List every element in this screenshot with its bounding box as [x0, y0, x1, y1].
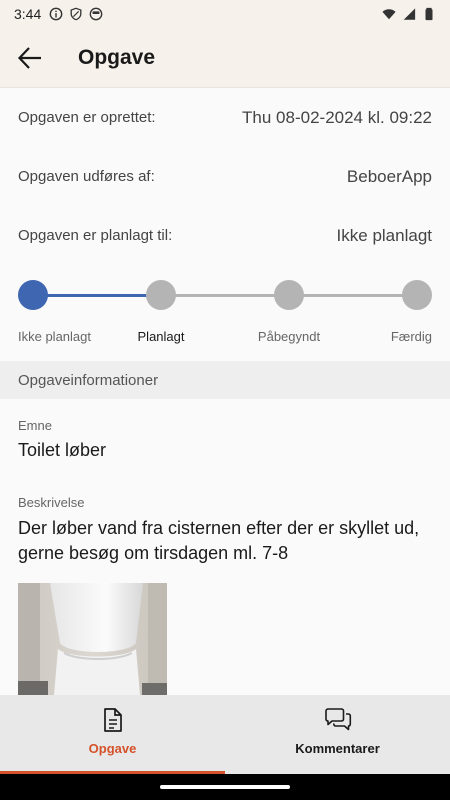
step-label: Planlagt: [137, 329, 185, 344]
step-dot-planlagt: [146, 280, 176, 310]
detail-label: Opgaven udføres af:: [18, 168, 155, 185]
detail-label: Opgaven er oprettet:: [18, 109, 156, 126]
step-connector: [161, 294, 289, 297]
subject-value: Toilet løber: [18, 440, 107, 460]
step-label: Ikke planlagt: [18, 329, 91, 344]
description-label: Beskrivelse: [18, 495, 85, 510]
step-connector: [289, 294, 417, 297]
detail-value: BeboerApp: [346, 166, 432, 186]
section-header: Opgaveinformationer: [0, 361, 450, 399]
description-line: Der løber vand fra cisternen efter der e…: [18, 518, 420, 538]
step-label: Færdig: [390, 329, 432, 344]
signal-icon: [403, 8, 416, 20]
progress-stepper: Ikke planlagt Planlagt Påbegyndt Færdig: [0, 265, 450, 355]
step-label: Påbegyndt: [257, 329, 321, 344]
description-line: gerne besøg om tirsdagen ml. 7-8: [18, 543, 289, 563]
status-time: 3:44: [14, 6, 42, 22]
status-bar: 3:44: [0, 0, 450, 28]
system-navigation-bar: [0, 774, 450, 800]
document-icon: [103, 708, 122, 732]
subject-field: Emne Toilet løber: [0, 418, 450, 463]
back-button[interactable]: [0, 28, 60, 88]
shield-icon: [70, 7, 82, 21]
task-content[interactable]: Opgaven er oprettet: Thu 08-02-2024 kl. …: [0, 88, 450, 695]
toilet-photo-image: [18, 583, 167, 695]
chat-bubbles-icon: [324, 708, 351, 731]
subject-label: Emne: [18, 418, 52, 433]
step-dot-faerdig: [402, 280, 432, 310]
face-icon: [89, 7, 103, 21]
page-title: Opgave: [78, 45, 156, 69]
step-dot-paabegyndt: [274, 280, 304, 310]
wifi-icon: [382, 9, 396, 20]
step-connector: [33, 294, 161, 297]
description-field: Beskrivelse Der løber vand fra cisternen…: [0, 495, 450, 566]
step-dot-ikke-planlagt: [18, 280, 48, 310]
detail-row-planned-for: Opgaven er planlagt til: Ikke planlagt: [0, 206, 450, 265]
nav-tab-kommentarer[interactable]: Kommentarer: [225, 695, 450, 774]
arrow-left-icon: [17, 46, 41, 69]
app-bar: Opgave: [0, 28, 450, 88]
detail-value: Thu 08-02-2024 kl. 09:22: [242, 107, 432, 127]
nav-label: Opgave: [88, 741, 137, 756]
detail-row-created: Opgaven er oprettet: Thu 08-02-2024 kl. …: [0, 88, 450, 147]
nav-label: Kommentarer: [295, 741, 380, 756]
attached-photo[interactable]: [18, 583, 167, 695]
home-handle[interactable]: [160, 785, 290, 789]
detail-label: Opgaven er planlagt til:: [18, 227, 173, 244]
bottom-navigation: Opgave Kommentarer: [0, 695, 450, 774]
detail-row-performed-by: Opgaven udføres af: BeboerApp: [0, 147, 450, 206]
nav-tab-opgave[interactable]: Opgave: [0, 695, 225, 774]
info-icon: [49, 7, 63, 21]
battery-icon: [425, 7, 433, 21]
detail-value: Ikke planlagt: [336, 225, 432, 245]
